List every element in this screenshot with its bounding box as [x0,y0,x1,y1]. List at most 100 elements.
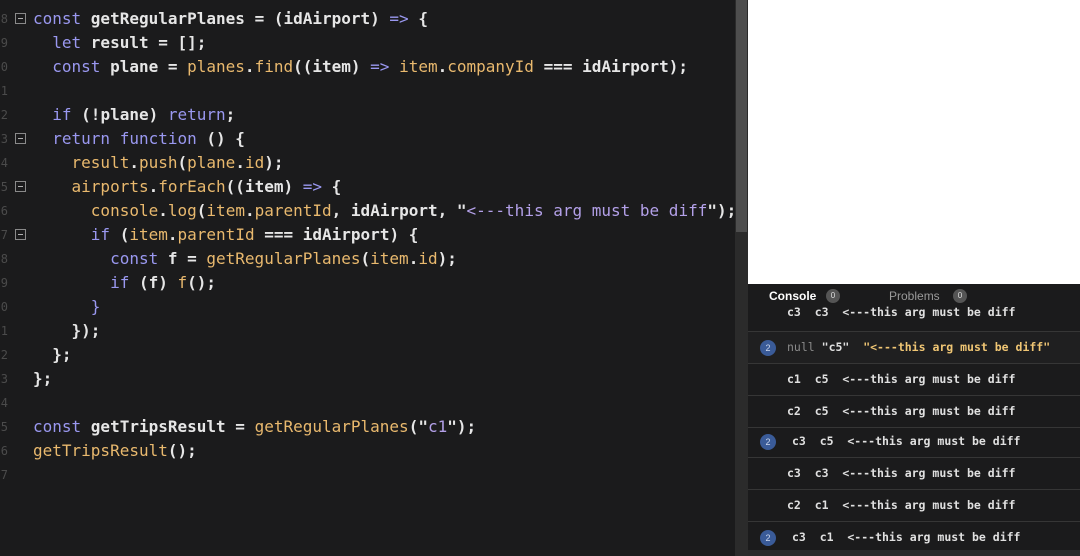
code-token: { [418,9,428,28]
line-number: 9 [0,36,8,50]
code-token: find [254,57,294,76]
code-line[interactable]: 7 [0,463,735,487]
log-string-value: "<---this arg must be diff" [863,340,1051,354]
code-token: . [437,57,448,76]
code-token: return function [52,129,207,148]
line-number: 4 [0,156,8,170]
code-text: if (!plane) return; [33,103,235,127]
code-token: (); [187,273,217,292]
line-number: 6 [0,204,8,218]
code-line[interactable]: 1 [0,79,735,103]
code-token: ); [437,249,457,268]
tab-problems[interactable]: Problems [889,289,940,303]
code-text: console.log(item.parentId, idAirport, "<… [33,199,735,223]
console-scroll-edge[interactable] [748,550,1080,556]
code-text: result.push(plane.id); [33,151,284,175]
code-token: parentId [177,225,265,244]
code-line[interactable]: 1 }); [0,319,735,343]
code-token: companyId [447,57,544,76]
editor-scrollbar[interactable] [735,0,748,556]
code-line[interactable]: 9 if (f) f(); [0,271,735,295]
code-line[interactable]: 4 result.push(plane.id); [0,151,735,175]
code-token: console [90,201,159,220]
code-text: if (item.parentId === idAirport) { [33,223,419,247]
code-line[interactable]: 3}; [0,367,735,391]
code-line[interactable]: 9 let result = []; [0,31,735,55]
code-line[interactable]: 4 [0,391,735,415]
code-token: . [235,153,245,172]
code-token: push [138,153,178,172]
code-token: ( [360,249,371,268]
code-token: . [158,201,168,220]
code-token: result [71,153,130,172]
code-token: item [129,225,168,244]
repeat-count-badge: 2 [760,530,776,546]
code-token: parentId [254,201,332,220]
line-number: 1 [0,84,8,98]
code-token: , idAirport, " [331,201,467,220]
code-token: ( [119,225,130,244]
code-line[interactable]: 2 }; [0,343,735,367]
code-token: id [244,153,265,172]
editor-scrollbar-thumb[interactable] [736,0,747,232]
code-token: getRegularPlanes [90,9,255,28]
line-number: 8 [0,252,8,266]
code-token: ; [225,105,236,124]
code-token: } [90,297,101,316]
console-log-row: c2 c5 <---this arg must be diff [748,396,1080,428]
code-token: ( [196,201,207,220]
code-line[interactable]: 6 console.log(item.parentId, idAirport, … [0,199,735,223]
fold-collapse-icon[interactable] [15,229,26,240]
line-number: 6 [0,444,8,458]
code-line[interactable]: 3 return function () { [0,127,735,151]
repeat-count-badge: 2 [760,340,776,356]
console-log-row: c1 c5 <---this arg must be diff [748,364,1080,396]
code-line[interactable]: 8 const getRegularPlanes = (idAirport) =>… [0,7,735,31]
code-token: f [177,273,188,292]
tab-console[interactable]: Console [769,289,816,303]
code-line[interactable]: 0 const plane = planes.find((item) => it… [0,55,735,79]
code-token: plane = [110,57,188,76]
code-token: { [331,177,342,196]
code-text: }; [33,367,52,391]
code-token: const [33,417,91,436]
line-number: 5 [0,420,8,434]
code-line[interactable]: 7 if (item.parentId === idAirport) { [0,223,735,247]
code-token: const [33,9,91,28]
code-token: () { [206,129,245,148]
fold-collapse-icon[interactable] [15,181,26,192]
code-line[interactable]: 8 const f = getRegularPlanes(item.id); [0,247,735,271]
code-line[interactable]: 5 airports.forEach((item) => { [0,175,735,199]
line-number: 2 [0,348,8,362]
code-line[interactable]: 5 const getTripsResult = getRegularPlanes… [0,415,735,439]
code-token: result = []; [90,33,207,52]
code-token: item [399,57,438,76]
fold-collapse-icon[interactable] [15,133,26,144]
code-token: if [110,273,139,292]
code-editor[interactable]: 8 const getRegularPlanes = (idAirport) =>… [0,0,735,556]
code-token: }); [33,321,101,340]
code-token: "); [447,417,477,436]
console-count-badge: 0 [826,289,840,303]
code-token: ); [264,153,284,172]
code-token: if [52,105,82,124]
code-token: return [167,105,226,124]
repeat-count-badge: 2 [760,434,776,450]
code-text: getTripsResult(); [33,439,197,463]
code-line[interactable]: 6 getTripsResult(); [0,439,735,463]
code-line[interactable]: 0 } [0,295,735,319]
fold-collapse-icon[interactable] [15,13,26,24]
code-token: const [52,57,111,76]
console-log-text: c1 c5 <---this arg must be diff [787,372,1016,386]
code-token: . [129,153,139,172]
code-token: if [90,225,120,244]
code-token: c1 [427,417,448,436]
code-line[interactable]: 2 if (!plane) return; [0,103,735,127]
code-token: (" [408,417,428,436]
code-token: getRegularPlanes [254,417,409,436]
